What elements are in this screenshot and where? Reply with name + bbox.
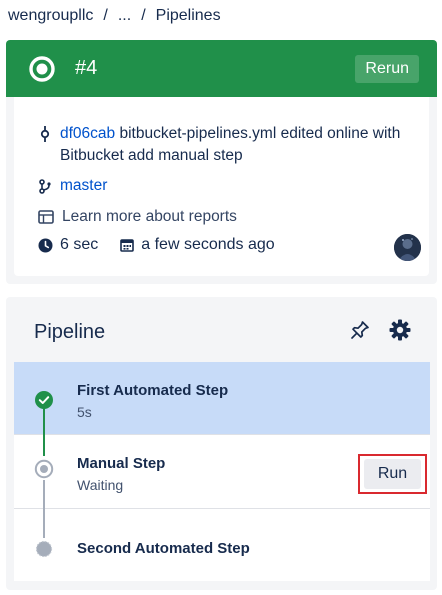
started-time: a few seconds ago bbox=[120, 236, 275, 254]
report-icon bbox=[38, 207, 54, 227]
step-name: Second Automated Step bbox=[77, 540, 250, 557]
pipeline-details-card: df06cab bitbucket-pipelines.yml edited o… bbox=[6, 97, 437, 284]
not-run-step-icon bbox=[35, 540, 53, 558]
avatar[interactable] bbox=[394, 234, 421, 261]
calendar-icon bbox=[120, 238, 135, 252]
started-value: a few seconds ago bbox=[141, 236, 275, 253]
commit-description: df06cab bitbucket-pipelines.yml edited o… bbox=[60, 123, 410, 167]
breadcrumb-pipelines-link[interactable]: Pipelines bbox=[156, 7, 221, 25]
branch-icon bbox=[38, 176, 52, 196]
duration-value: 6 sec bbox=[60, 236, 99, 253]
pipeline-panel: Pipeline First Automated Step 5s Manual … bbox=[6, 297, 437, 590]
branch-row: master bbox=[38, 176, 107, 196]
learn-more-reports-link[interactable]: Learn more about reports bbox=[62, 207, 237, 227]
commit-icon bbox=[38, 123, 52, 145]
breadcrumb-separator: / bbox=[141, 7, 146, 24]
commit-row: df06cab bitbucket-pipelines.yml edited o… bbox=[38, 123, 410, 167]
step-name: Manual Step bbox=[77, 455, 166, 472]
pipeline-steps: First Automated Step 5s Manual Step Wait… bbox=[14, 362, 430, 581]
gear-icon[interactable] bbox=[388, 318, 412, 342]
step-name: First Automated Step bbox=[77, 382, 229, 399]
rerun-button[interactable]: Rerun bbox=[355, 54, 419, 83]
reports-row: Learn more about reports bbox=[38, 207, 237, 227]
clock-icon bbox=[38, 238, 53, 253]
breadcrumb-workspace-link[interactable]: wengroupllc bbox=[8, 7, 93, 25]
step-first-automated[interactable]: First Automated Step 5s bbox=[14, 362, 430, 435]
branch-link[interactable]: master bbox=[60, 176, 107, 196]
in-progress-ring-icon bbox=[28, 55, 56, 83]
breadcrumb-ellipsis-link[interactable]: ... bbox=[118, 7, 131, 25]
duration: 6 sec bbox=[38, 236, 98, 254]
build-number: #4 bbox=[75, 57, 98, 79]
step-status: Waiting bbox=[77, 477, 124, 493]
run-button-highlight: Run bbox=[358, 454, 427, 494]
step-connector bbox=[43, 480, 45, 509]
run-button[interactable]: Run bbox=[364, 459, 421, 489]
step-connector bbox=[43, 435, 45, 456]
pin-icon[interactable] bbox=[348, 318, 372, 342]
step-duration: 5s bbox=[77, 404, 92, 420]
step-second-automated[interactable]: Second Automated Step bbox=[14, 509, 430, 581]
commit-hash-link[interactable]: df06cab bbox=[60, 125, 115, 142]
pipeline-title: Pipeline bbox=[34, 321, 106, 343]
breadcrumb-separator: / bbox=[103, 7, 108, 24]
step-manual[interactable]: Manual Step Waiting Run bbox=[14, 435, 430, 509]
pending-step-icon bbox=[34, 459, 54, 479]
pipeline-details: df06cab bitbucket-pipelines.yml edited o… bbox=[14, 97, 429, 276]
breadcrumb: wengroupllc / ... / Pipelines bbox=[8, 5, 221, 27]
check-circle-icon bbox=[34, 390, 54, 410]
meta-row: 6 sec a few seconds ago bbox=[38, 236, 275, 254]
pipeline-status-header: #4 Rerun bbox=[6, 40, 437, 97]
step-connector bbox=[43, 509, 45, 538]
